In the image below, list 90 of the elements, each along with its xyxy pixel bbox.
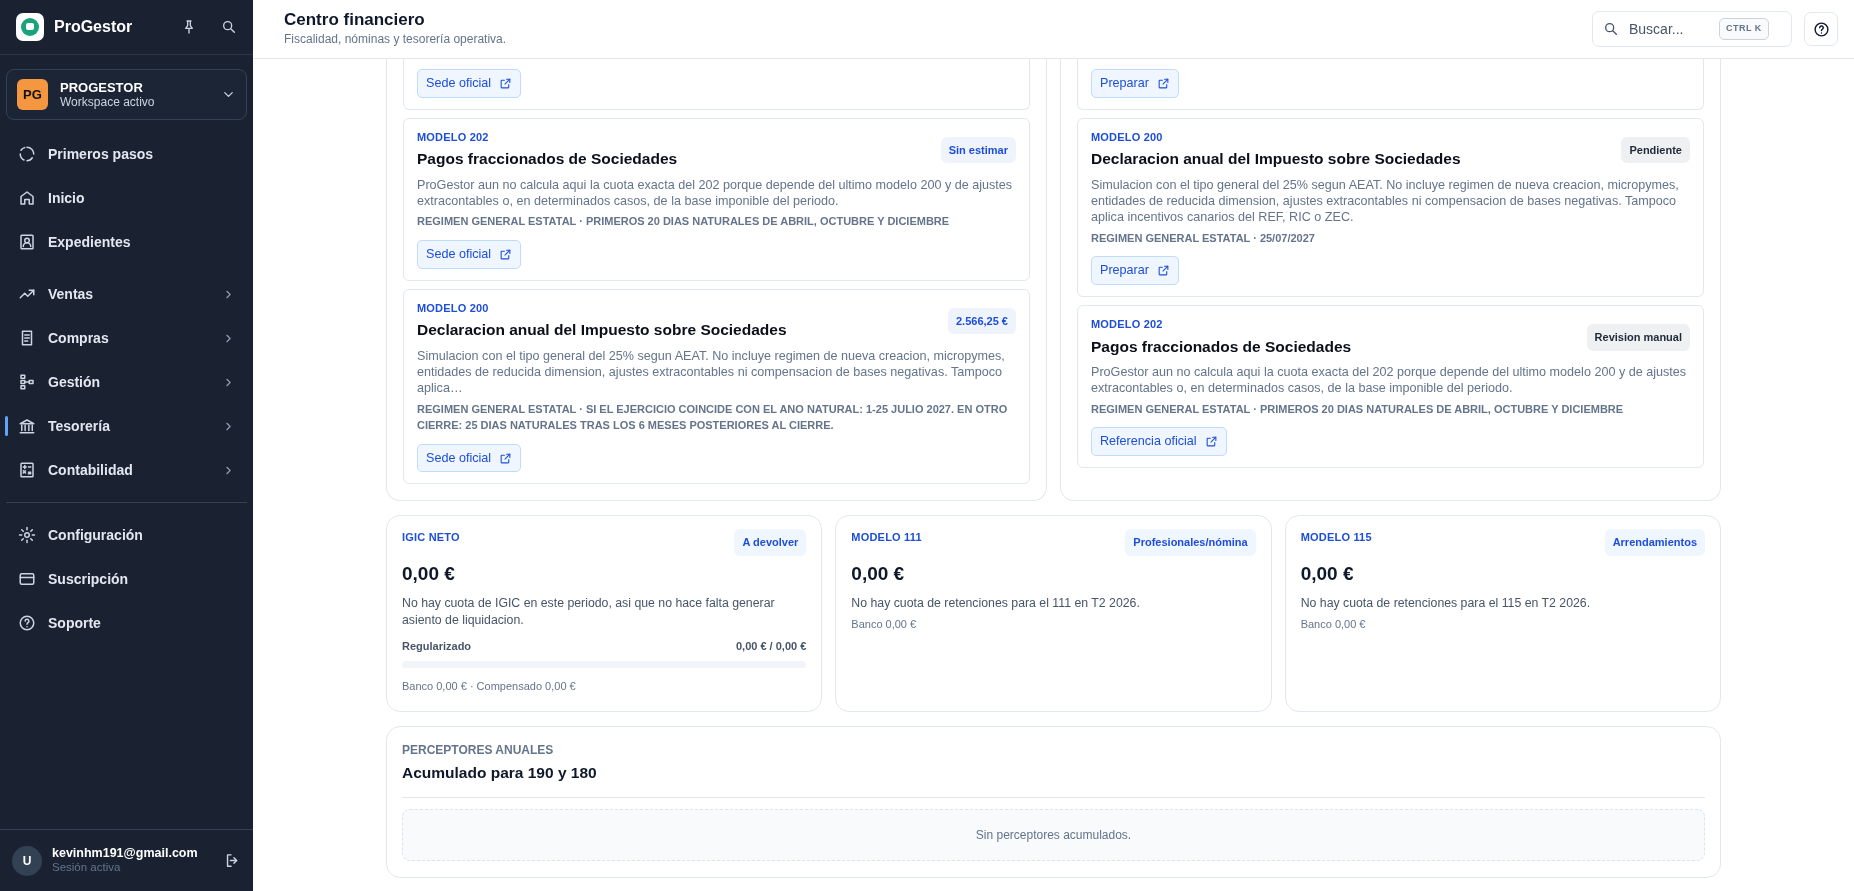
status-badge: Pendiente — [1621, 136, 1690, 164]
card-description: ProGestor aun no calcula aqui la cuota exacta del 202 porque depende del ultimo modelo 200 y de ajustes extracontables o, en determinados casos, de la base imponible del periodo. — [417, 176, 1014, 210]
section-eyebrow: PERCEPTORES ANUALES — [402, 742, 555, 760]
nav-item[interactable]: Primeros pasos — [0, 132, 253, 176]
nav-item[interactable]: Gestión — [0, 360, 253, 404]
external-link-icon — [1157, 76, 1170, 90]
nav-item[interactable]: Contabilidad — [0, 448, 253, 492]
card-title: Declaracion anual del Impuesto sobre Sociedades — [1091, 149, 1461, 170]
search-icon[interactable] — [221, 19, 237, 35]
shortcut-hint: CTRL K — [1719, 18, 1769, 40]
section-title: Acumulado para 190 y 180 — [402, 763, 598, 784]
nav-item[interactable]: Inicio — [0, 176, 253, 220]
external-link-icon — [1204, 435, 1218, 448]
metric-description: No hay cuota de retenciones para el 111 en T2 2026. — [851, 595, 1141, 613]
external-link-button[interactable]: Sede oficial — [417, 69, 522, 98]
footer-note: Banco 0,00 € — [1300, 617, 1367, 633]
deadline-text: REGIMEN GENERAL ESTATAL · SI EL EJERCICIO COINCIDE CON EL ANO NATURAL: 1-25 JULIO 2027. EN OTRO CIERRE: 25 DIAS NATURALES TRAS LOS 6 MESES POSTERIORES AL CIERRE. — [417, 401, 1009, 434]
status-badge: 2.566,25 € — [948, 307, 1016, 335]
nav-item[interactable]: Soporte — [0, 601, 253, 645]
external-link-button[interactable]: Sede oficial — [417, 443, 522, 473]
workspace-selector[interactable]: PG PROGESTOR Workspace activo — [6, 69, 247, 120]
model-label: MODELO 111 — [851, 530, 922, 546]
calculator-icon — [18, 461, 36, 479]
footer-note: Banco 0,00 € · Compensado 0,00 € — [402, 679, 577, 695]
user-avatar: U — [12, 845, 42, 876]
search-field[interactable]: Buscar... CTRL K — [1592, 11, 1792, 47]
logo-icon — [16, 13, 44, 41]
external-link-button[interactable]: Referencia oficial — [1091, 427, 1227, 456]
page-title: Centro financiero — [284, 9, 426, 31]
progress-label: Regularizado — [402, 638, 472, 654]
external-link-icon — [499, 76, 513, 90]
progress-value: 0,00 € / 0,00 € — [736, 638, 807, 654]
help-button[interactable] — [1804, 12, 1838, 46]
contact-card-icon — [18, 233, 36, 251]
amount: 0,00 € — [402, 561, 456, 586]
nav-item[interactable]: Expedientes — [0, 220, 253, 264]
external-link-icon — [1157, 264, 1170, 278]
external-link-button[interactable]: Preparar — [1091, 256, 1179, 286]
external-link-button[interactable]: Sede oficial — [417, 239, 522, 269]
home-icon — [18, 189, 36, 207]
workspace-status: Workspace activo — [60, 95, 156, 110]
card-description: ProGestor aun no calcula aqui la cuota exacta del 202 porque depende del ultimo modelo 200 y de ajustes extracontables o, en determinados casos, de la base imponible del periodo. — [1091, 363, 1688, 397]
nav-item[interactable]: Ventas — [0, 272, 253, 316]
card-title: Pagos fraccionados de Sociedades — [417, 149, 678, 170]
nav-item[interactable]: Configuración — [0, 513, 253, 557]
model-label: MODELO 202 — [417, 129, 490, 145]
external-link-button[interactable]: Preparar — [1091, 69, 1179, 98]
help-icon — [18, 614, 36, 632]
empty-state: Sin perceptores acumulados. — [402, 808, 1705, 861]
status-badge: Revision manual — [1586, 324, 1690, 351]
brand-name: ProGestor — [54, 17, 134, 37]
metric-description: No hay cuota de retenciones para el 115 en T2 2026. — [1300, 595, 1592, 613]
nav-item[interactable]: Suscripción — [0, 557, 253, 601]
footer-note: Banco 0,00 € — [851, 617, 918, 633]
model-label: IGIC NETO — [402, 530, 460, 546]
status-badge: Sin estimar — [940, 136, 1016, 164]
user-email: kevinhm191@gmail.com — [52, 846, 199, 862]
category-badge: Profesionales/nómina — [1125, 529, 1256, 556]
nav-item[interactable]: Tesorería — [0, 404, 253, 448]
deadline-text: REGIMEN GENERAL ESTATAL · PRIMEROS 20 DIAS NATURALES DE ABRIL, OCTUBRE Y DICIEMBRE — [1091, 401, 1625, 417]
progress-ring-icon — [18, 145, 36, 163]
workspace-avatar: PG — [17, 79, 48, 110]
session-status: Sesión activa — [52, 861, 122, 875]
external-link-icon — [499, 451, 513, 465]
workspace-name: PROGESTOR — [60, 79, 144, 96]
card-description: Simulacion con el tipo general del 25% segun AEAT. No incluye regimen de nueva creacion, micropymes, entidades de reducida dimension, ajustes extracontables ni compensacion de bases negativas. Tampoco aplica incentivos canarios del REF, RIC o ZEC. — [1091, 176, 1680, 226]
amount: 0,00 € — [1300, 561, 1355, 586]
credit-card-icon — [18, 570, 36, 588]
bank-icon — [18, 417, 36, 435]
card-title: Declaracion anual del Impuesto sobre Sociedades — [417, 320, 787, 341]
model-label: MODELO 202 — [1091, 317, 1164, 333]
page-subtitle: Fiscalidad, nóminas y tesorería operativa. — [284, 31, 508, 49]
settings-icon — [18, 526, 36, 544]
category-badge: A devolver — [734, 529, 807, 556]
metric-description: No hay cuota de IGIC en este periodo, asi que no hace falta generar asiento de liquidacion. — [402, 595, 776, 629]
nav-item[interactable]: Compras — [0, 316, 253, 360]
deadline-text: REGIMEN GENERAL ESTATAL · PRIMEROS 20 DIAS NATURALES DE ABRIL, OCTUBRE Y DICIEMBRE — [417, 214, 951, 230]
hierarchy-icon — [18, 373, 36, 391]
model-label: MODELO 200 — [417, 300, 490, 316]
card-description: Simulacion con el tipo general del 25% segun AEAT. No incluye regimen de nueva creacion, micropymes, entidades de reducida dimension, ajustes extracontables ni compensacion de bases negativas. Tampoco aplica… — [417, 347, 1006, 397]
deadline-text: REGIMEN GENERAL ESTATAL · 25/07/2027 — [1091, 230, 1316, 246]
search-input[interactable]: Buscar... — [1627, 17, 1711, 41]
model-label: MODELO 200 — [1091, 129, 1164, 145]
model-label: MODELO 115 — [1300, 530, 1372, 546]
category-badge: Arrendamientos — [1604, 529, 1705, 556]
external-link-icon — [499, 247, 513, 261]
card-title: Pagos fraccionados de Sociedades — [1091, 336, 1352, 357]
help-icon — [1812, 20, 1830, 38]
amount: 0,00 € — [851, 561, 906, 586]
search-icon — [1603, 21, 1619, 37]
